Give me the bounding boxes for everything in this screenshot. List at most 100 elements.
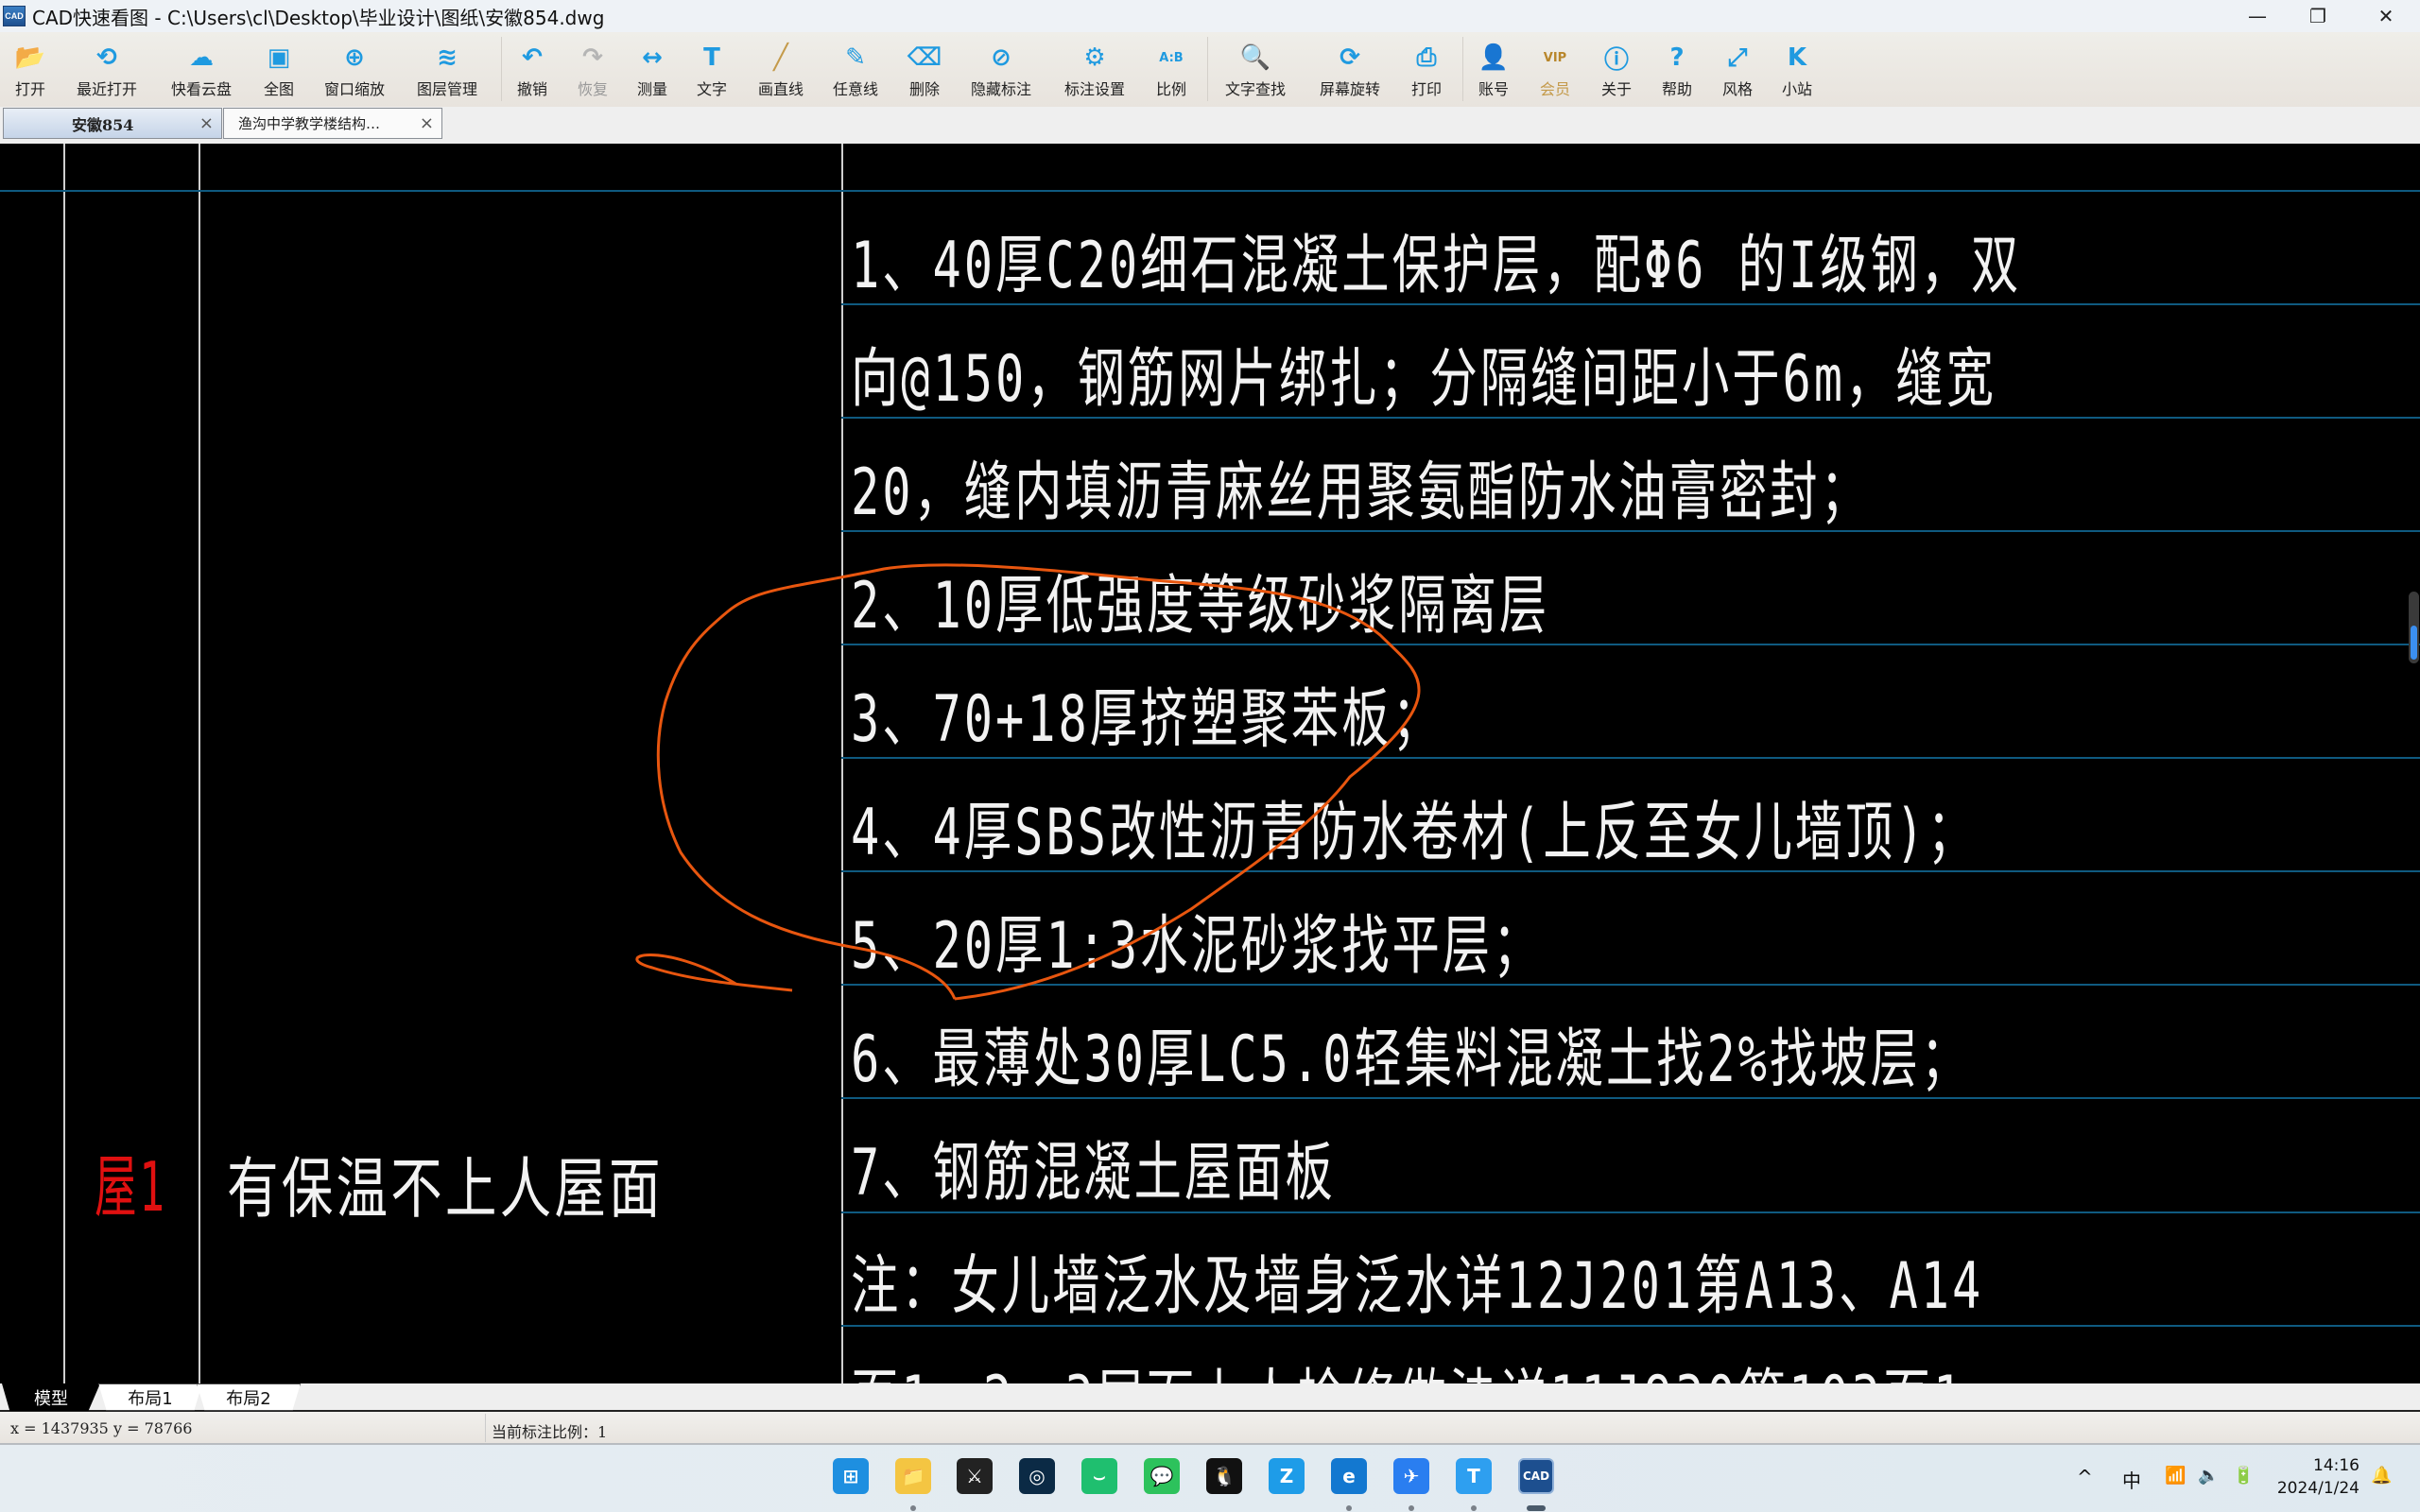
close-button[interactable]: ✕ [2356,0,2416,32]
toolbar-button-label: 比例 [1155,80,1187,98]
restore-button[interactable]: ❐ [2288,0,2348,32]
toolbar-button-label: 文字 [696,80,728,98]
folder-open-icon: 📂 [14,43,46,72]
user-icon: 👤 [1478,43,1510,72]
eraser-icon: ⌫ [907,43,942,72]
layout-tab-bar: 模型 布局1 布局2 [0,1383,2420,1412]
toolbar-button-line[interactable]: ╱ 画直线 [758,32,804,107]
status-bar: x = 1437935 y = 78766 当前标注比例：1 [0,1412,2420,1445]
ime-indicator[interactable]: 中 [2122,1466,2141,1493]
toolbar-button-label: 画直线 [757,80,804,98]
clock[interactable]: 14:16 2024/1/24 [2269,1454,2360,1500]
toolbar-button-hide-annotation[interactable]: ⊘ 隐藏标注 [971,32,1031,107]
notification-bell-icon[interactable]: 🔔 [2371,1466,2392,1486]
battery-icon[interactable]: 🔋 [2233,1466,2254,1486]
taskbar-app-typora-t[interactable]: T [1456,1458,1492,1494]
toolbar-button-scale[interactable]: A:B 比例 [1156,32,1186,107]
measure-icon: ↔ [642,43,663,72]
toolbar-button-freehand-pen[interactable]: ✎ 任意线 [833,32,878,107]
toolbar-button-label: 账号 [1478,80,1510,98]
window-title: CAD快速看图 - C:\Users\cl\Desktop\毕业设计\图纸\安徽… [32,6,605,29]
toolbar-button-undo[interactable]: ↶ 撤销 [517,32,547,107]
toolbar-button-text-search[interactable]: 🔍 文字查找 [1225,32,1286,107]
toolbar-button-layers[interactable]: ≋ 图层管理 [417,32,477,107]
volume-icon[interactable]: 🔈 [2198,1466,2219,1486]
line-icon: ╱ [773,43,788,72]
tray-overflow-chevron[interactable]: ^ [2077,1466,2093,1488]
zoom-slider-fill [2411,626,2417,660]
document-tab-active[interactable]: 安徽854 × [3,108,222,139]
annotation-settings-icon: ⚙ [1083,43,1106,72]
toolbar-button-info[interactable]: ⓘ 关于 [1601,32,1632,107]
toolbar-button-fit-all[interactable]: ▣ 全图 [264,32,294,107]
clock-date: 2024/1/24 [2276,1479,2360,1498]
toolbar-button-user[interactable]: 👤 账号 [1478,32,1509,107]
document-tab[interactable]: 渔沟中学教学楼结构… × [223,108,442,139]
text-icon: T [703,43,720,72]
freehand-ellipse-annotation[interactable] [635,563,1421,1001]
toolbar: 📂 打开 ⟲ 最近打开 ☁ 快看云盘 ▣ 全图 ⊕ 窗口缩放 ≋ 图层管理 ↶ 撤销 ↷ 恢复 ↔ 测量 T 文字 ╱ 画… [0,32,2420,107]
running-indicator [1527,1505,1546,1511]
taskbar-app-circle-app[interactable]: ◎ [1019,1458,1055,1494]
toolbar-button-redo[interactable]: ↷ 恢复 [578,32,608,107]
taskbar-app-browser-z[interactable]: Z [1269,1458,1305,1494]
close-tab-icon[interactable]: × [199,113,214,133]
toolbar-button-label: 关于 [1600,80,1633,98]
taskbar-app-edge[interactable]: e [1331,1458,1367,1494]
toolbar-button-label: 全图 [263,80,295,98]
cursor-coordinates: x = 1437935 y = 78766 [10,1419,193,1437]
taskbar-app-qq[interactable]: 🐧 [1206,1458,1242,1494]
toolbar-button-annotation-settings[interactable]: ⚙ 标注设置 [1064,32,1125,107]
toolbar-button-screen-rotate[interactable]: ⟳ 屏幕旋转 [1320,32,1380,107]
taskbar-app-feishu-app[interactable]: ✈ [1393,1458,1429,1494]
toolbar-button-label: 小站 [1781,80,1813,98]
title-bar: CAD CAD快速看图 - C:\Users\cl\Desktop\毕业设计\图… [0,0,2420,32]
window-zoom-icon: ⊕ [344,43,365,72]
layout-tab-label: 模型 [34,1388,68,1409]
layout-tab-label: 布局1 [128,1388,173,1409]
toolbar-button-site[interactable]: K 小站 [1782,32,1812,107]
toolbar-button-cloud[interactable]: ☁ 快看云盘 [171,32,232,107]
annotation-layer [635,563,1421,1001]
freehand-pen-icon: ✎ [845,43,866,72]
toolbar-button-history[interactable]: ⟲ 最近打开 [77,32,137,107]
layout-tab-model[interactable]: 模型 [2,1383,100,1411]
text-search-icon: 🔍 [1239,43,1271,72]
toolbar-separator [1207,37,1208,101]
toolbar-button-vip[interactable]: VIP 会员 [1540,32,1570,107]
minimize-button[interactable]: — [2227,0,2288,32]
toolbar-button-window-zoom[interactable]: ⊕ 窗口缩放 [324,32,385,107]
zoom-slider[interactable] [2409,592,2419,663]
toolbar-button-folder-open[interactable]: 📂 打开 [15,32,45,107]
toolbar-button-style[interactable]: ⤢ 风格 [1722,32,1753,107]
toolbar-button-label: 测量 [636,80,668,98]
layers-icon: ≋ [437,43,458,72]
taskbar-app-file-explorer[interactable]: 📁 [895,1458,931,1494]
taskbar-app-windows-start[interactable]: ⊞ [833,1458,869,1494]
help-icon: ? [1669,43,1685,72]
toolbar-button-label: 快看云盘 [170,80,233,98]
toolbar-button-label: 文字查找 [1224,80,1287,98]
toolbar-button-help[interactable]: ? 帮助 [1662,32,1692,107]
taskbar-app-wechat[interactable]: 💬 [1144,1458,1180,1494]
taskbar-app-cad-viewer[interactable]: CAD [1518,1458,1554,1494]
toolbar-button-label: 风格 [1721,80,1754,98]
close-tab-icon[interactable]: × [420,113,434,133]
layout-tab-layout2[interactable]: 布局2 [197,1383,301,1411]
taskbar-app-shopping-bag[interactable]: ⌣ [1081,1458,1117,1494]
toolbar-button-label: 打印 [1410,80,1443,98]
running-indicator [910,1505,916,1511]
wifi-icon[interactable]: 📶 [2165,1466,2186,1486]
toolbar-button-label: 屏幕旋转 [1319,80,1381,98]
taskbar-app-game-launcher[interactable]: ⚔ [957,1458,993,1494]
layout-tab-layout1[interactable]: 布局1 [98,1383,202,1411]
site-icon: K [1787,43,1807,72]
toolbar-button-eraser[interactable]: ⌫ 删除 [907,32,942,107]
toolbar-button-text[interactable]: T 文字 [697,32,727,107]
drawing-canvas[interactable]: 1、40厚C20细石混凝土保护层，配Φ6 的I级钢，双 向@150，钢筋网片绑扎；… [0,144,2420,1383]
info-icon: ⓘ [1603,45,1629,75]
toolbar-button-label: 最近打开 [76,80,138,98]
toolbar-button-measure[interactable]: ↔ 测量 [637,32,667,107]
toolbar-button-printer[interactable]: ⎙ 打印 [1411,32,1442,107]
document-tab-bar: 安徽854 × 渔沟中学教学楼结构… × [0,107,2420,144]
